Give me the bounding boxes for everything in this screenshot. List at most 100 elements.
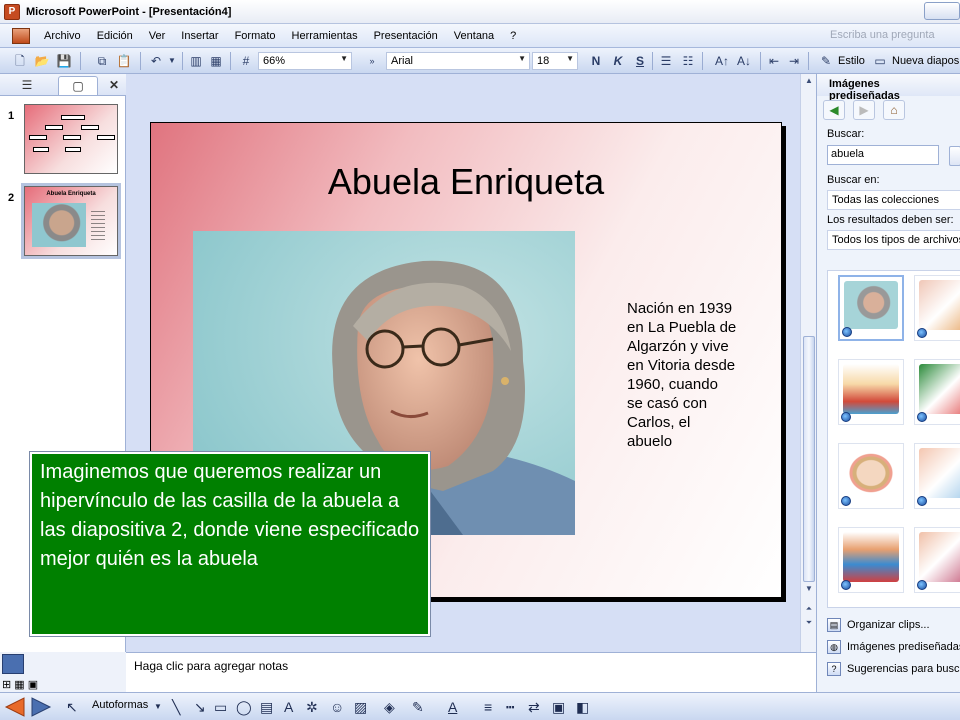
clipart-result[interactable] xyxy=(914,527,960,593)
clipart-result[interactable] xyxy=(838,275,904,341)
new-slide-icon[interactable]: ▭ xyxy=(872,53,888,69)
previous-arrow-icon[interactable] xyxy=(4,696,26,718)
new-slide-label[interactable]: Nueva diapos xyxy=(892,55,959,67)
slides-tab-icon[interactable]: ▢ xyxy=(58,76,98,95)
oval-tool-icon[interactable]: ◯ xyxy=(236,699,252,715)
organize-clips-link[interactable]: ▤ Organizar clips... xyxy=(827,618,930,632)
font-color-icon[interactable]: A xyxy=(448,699,457,715)
results-type-select[interactable]: Todos los tipos de archivos xyxy=(827,230,960,250)
shadow-button[interactable]: S xyxy=(632,53,648,69)
increase-indent-icon[interactable]: ⇥ xyxy=(786,53,802,69)
powerpoint-app-icon[interactable]: P xyxy=(4,3,20,20)
line-color-icon[interactable]: ✎ xyxy=(412,699,424,715)
bulleted-list-icon[interactable]: ☷ xyxy=(680,53,696,69)
menu-insertar[interactable]: Insertar xyxy=(173,30,226,42)
shadow-style-icon[interactable]: ▣ xyxy=(552,699,565,715)
style-label[interactable]: Estilo xyxy=(838,55,865,67)
toolbar-options-icon[interactable]: » xyxy=(364,53,380,69)
wordart-icon[interactable]: A xyxy=(284,699,293,715)
clipart-icon[interactable]: ☺ xyxy=(330,699,344,715)
menu-edicion[interactable]: Edición xyxy=(89,30,141,42)
fill-color-icon[interactable]: ◈ xyxy=(384,699,395,715)
clipart-result[interactable] xyxy=(838,359,904,425)
clipart-result[interactable] xyxy=(914,275,960,341)
select-pointer-icon[interactable]: ↖ xyxy=(66,699,78,715)
clipart-result[interactable] xyxy=(838,443,904,509)
scroll-down-icon[interactable]: ▼ xyxy=(803,584,815,598)
clipart-result[interactable] xyxy=(914,359,960,425)
line-style-icon[interactable]: ≡ xyxy=(484,699,492,715)
slide-body-text[interactable]: Nación en 1939 en La Puebla de Algarzón … xyxy=(627,299,737,451)
clipart-result[interactable] xyxy=(914,443,960,509)
dash-style-icon[interactable]: ┅ xyxy=(506,699,514,715)
slide-thumbnail-2[interactable]: Abuela Enriqueta xyxy=(21,183,121,259)
back-icon[interactable]: ◀ xyxy=(823,100,845,120)
italic-button[interactable]: K xyxy=(610,53,626,69)
menu-bar: Archivo Edición Ver Insertar Formato Her… xyxy=(0,24,960,48)
menu-formato[interactable]: Formato xyxy=(227,30,284,42)
design-icon[interactable]: ✎ xyxy=(818,53,834,69)
clipart-online-link[interactable]: ◍ Imágenes prediseñadas xyxy=(827,640,960,654)
increase-font-icon[interactable]: A↑ xyxy=(714,53,730,69)
bold-button[interactable]: N xyxy=(588,53,604,69)
help-question-input[interactable]: Escriba una pregunta xyxy=(826,27,960,45)
search-go-button[interactable] xyxy=(949,146,960,166)
rectangle-tool-icon[interactable]: ▭ xyxy=(214,699,227,715)
menu-ventana[interactable]: Ventana xyxy=(446,30,502,42)
diagram-icon[interactable]: ✲ xyxy=(306,699,318,715)
home-icon[interactable] xyxy=(2,654,24,674)
insert-picture-icon[interactable]: ▨ xyxy=(354,699,367,715)
previous-slide-icon[interactable]: ⏶ xyxy=(803,604,815,618)
numbered-list-icon[interactable]: ☰ xyxy=(658,53,674,69)
forward-icon[interactable]: ▶ xyxy=(853,100,875,120)
scroll-thumb[interactable] xyxy=(803,336,815,582)
search-tips-link[interactable]: ? Sugerencias para busca xyxy=(827,662,960,676)
arrow-tool-icon[interactable]: ↘ xyxy=(194,699,206,715)
show-grid-icon[interactable]: # xyxy=(238,53,254,69)
menu-presentacion[interactable]: Presentación xyxy=(366,30,446,42)
insert-table-icon[interactable]: ▦ xyxy=(208,53,224,69)
slide-thumbnail-1[interactable] xyxy=(24,104,118,174)
autoshapes-menu[interactable]: Autoformas xyxy=(92,699,148,711)
close-icon[interactable]: ✕ xyxy=(106,76,122,95)
arrow-style-icon[interactable]: ⇄ xyxy=(528,699,540,715)
outline-tab-icon[interactable]: ☰ xyxy=(14,76,40,95)
vertical-scrollbar[interactable]: ▲ ▼ ⏶ ⏷ xyxy=(800,74,816,652)
menu-ver[interactable]: Ver xyxy=(141,30,174,42)
slide-title[interactable]: Abuela Enriqueta xyxy=(151,161,781,203)
window-controls[interactable] xyxy=(924,2,960,20)
new-document-icon[interactable]: 🗋 xyxy=(12,53,28,69)
home-icon[interactable]: ⌂ xyxy=(883,100,905,120)
search-input[interactable]: abuela xyxy=(827,145,939,165)
normal-view-icon[interactable]: ⊞ ▦ ▣ xyxy=(2,678,38,691)
decrease-indent-icon[interactable]: ⇤ xyxy=(766,53,782,69)
panel-tabs: ☰ ▢ ✕ xyxy=(0,74,126,96)
3d-style-icon[interactable]: ◧ xyxy=(576,699,589,715)
search-in-select[interactable]: Todas las colecciones xyxy=(827,190,960,210)
menu-help[interactable]: ? xyxy=(502,30,524,42)
document-menu-icon[interactable] xyxy=(12,27,30,44)
undo-dropdown-icon[interactable]: ▼ xyxy=(164,53,180,69)
chevron-down-icon[interactable]: ▼ xyxy=(154,699,162,715)
copy-icon[interactable]: ⧉ xyxy=(94,53,110,69)
notes-pane[interactable]: Haga clic para agregar notas xyxy=(126,652,816,692)
clipart-result[interactable] xyxy=(838,527,904,593)
undo-icon[interactable]: ↶ xyxy=(148,53,164,69)
menu-herramientas[interactable]: Herramientas xyxy=(284,30,366,42)
open-icon[interactable]: 📂 xyxy=(34,53,50,69)
scroll-up-icon[interactable]: ▲ xyxy=(803,76,815,90)
line-tool-icon[interactable]: ╲ xyxy=(172,699,180,715)
decrease-font-icon[interactable]: A↓ xyxy=(736,53,752,69)
insert-chart-icon[interactable]: ▥ xyxy=(188,53,204,69)
paste-icon[interactable]: 📋 xyxy=(116,53,132,69)
save-icon[interactable]: 💾 xyxy=(56,53,72,69)
font-size-select[interactable]: 18 ▼ xyxy=(532,52,578,70)
task-pane-title: Imágenes prediseñadas xyxy=(817,74,960,102)
font-select[interactable]: Arial ▼ xyxy=(386,52,530,70)
zoom-select[interactable]: 66% ▼ xyxy=(258,52,352,70)
menu-archivo[interactable]: Archivo xyxy=(36,30,89,42)
drawing-toolbar: ↖ Autoformas ▼ ╲ ↘ ▭ ◯ ▤ A ✲ ☺ ▨ ◈ ✎ A ≡… xyxy=(0,692,960,720)
textbox-tool-icon[interactable]: ▤ xyxy=(260,699,273,715)
next-arrow-icon[interactable] xyxy=(30,696,52,718)
next-slide-icon[interactable]: ⏷ xyxy=(803,618,815,632)
